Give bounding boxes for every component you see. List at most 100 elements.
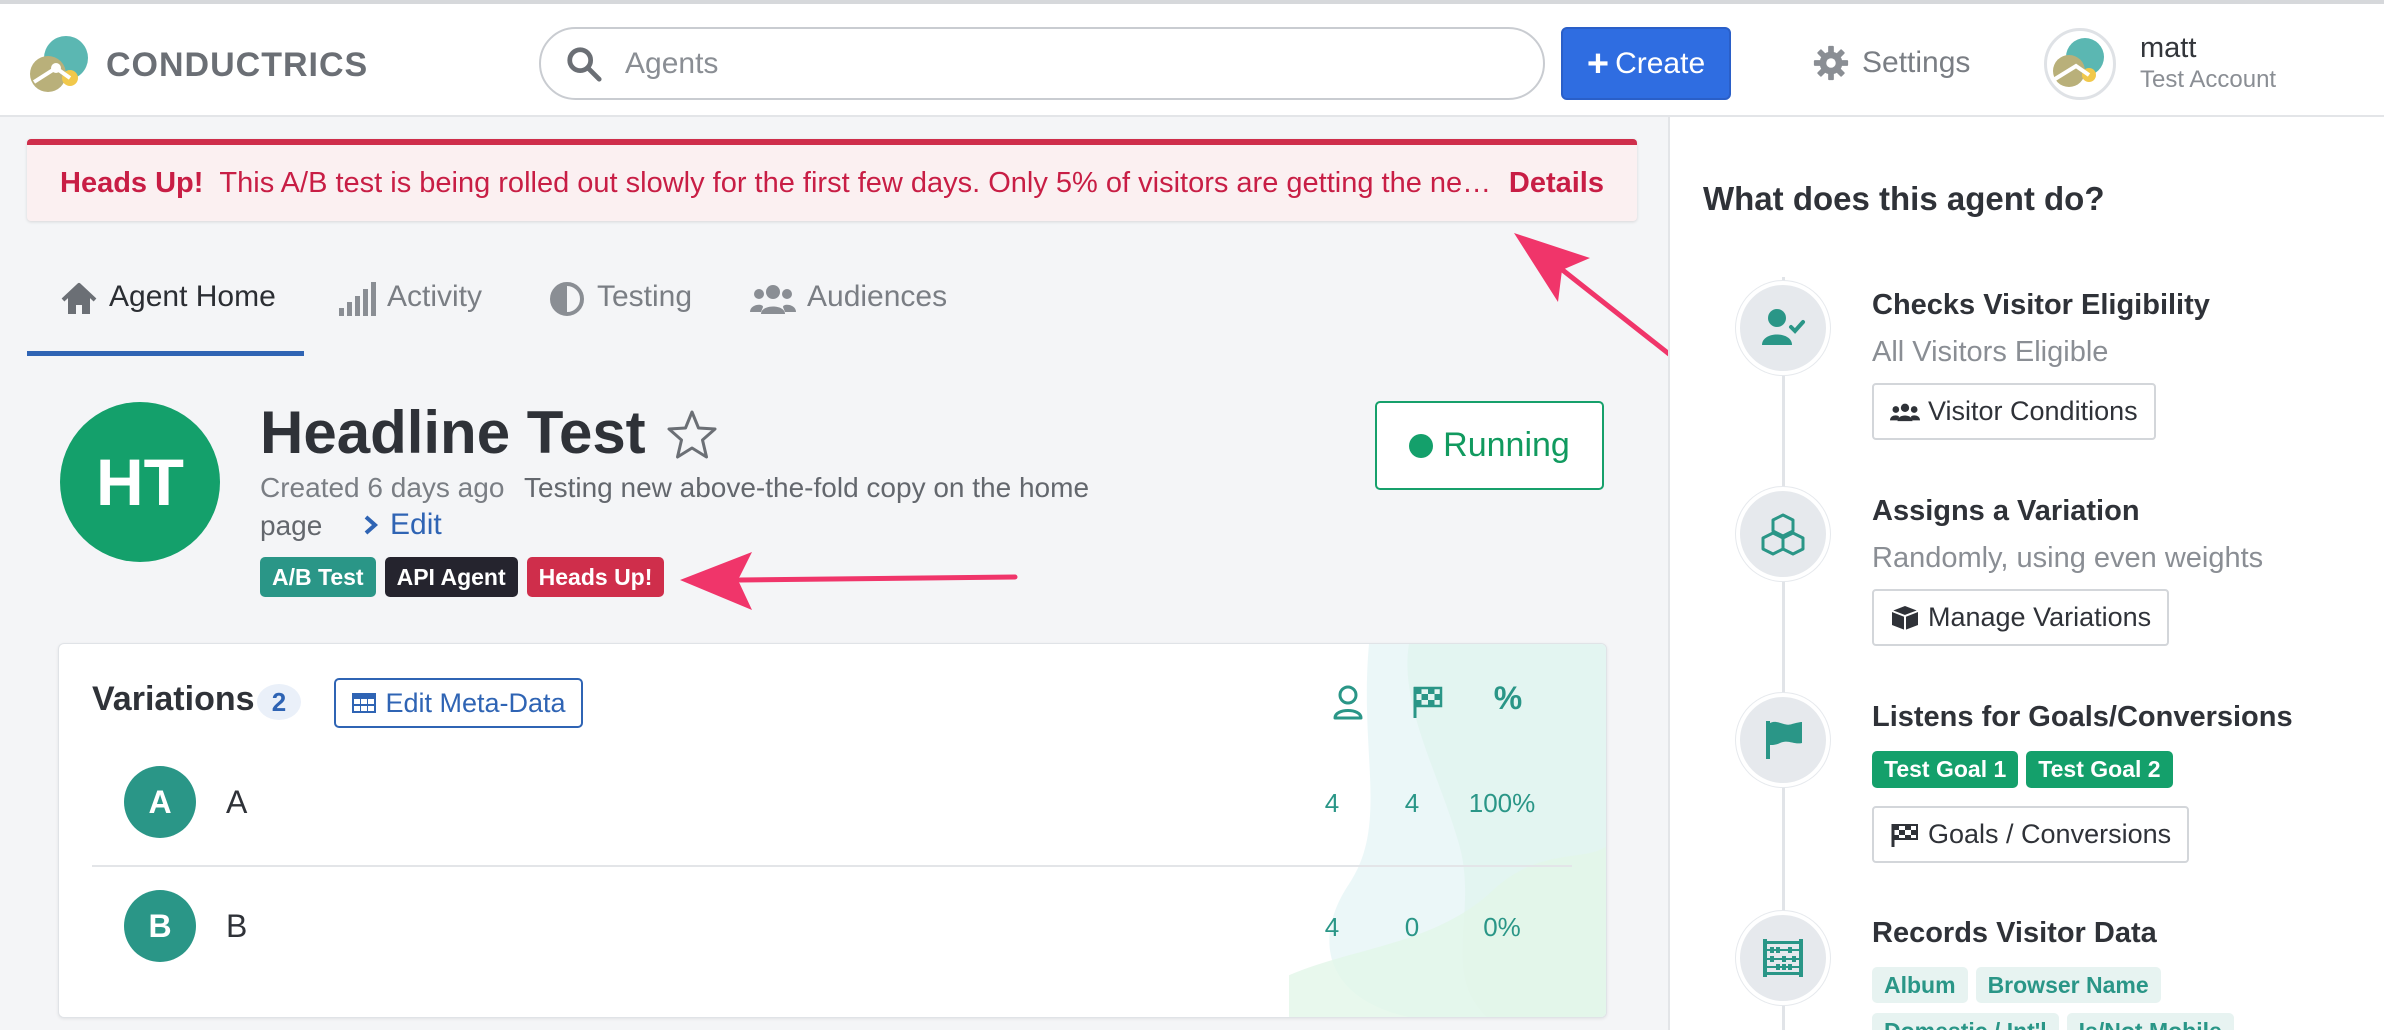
plus-icon: + xyxy=(1586,42,1610,85)
agent-avatar: HT xyxy=(60,402,220,562)
visitor-conditions-button[interactable]: Visitor Conditions xyxy=(1872,383,2156,440)
table-icon xyxy=(352,693,377,713)
tab-activity[interactable]: Activity xyxy=(337,268,482,356)
tab-audiences[interactable]: Audiences xyxy=(749,268,947,356)
variation-visitors: 4 xyxy=(1324,788,1340,818)
create-label: Create xyxy=(1615,46,1706,80)
data-tag[interactable]: Album xyxy=(1872,967,1968,1003)
button-label: Manage Variations xyxy=(1928,602,2152,632)
edit-meta-data-label: Edit Meta-Data xyxy=(385,687,566,718)
agent-title: Headline Test xyxy=(260,399,646,466)
agent-description-cont: page xyxy=(260,510,323,541)
api-agent-badge: API Agent xyxy=(384,557,518,597)
button-label: Goals / Conversions xyxy=(1928,819,2172,849)
search-icon xyxy=(567,46,602,82)
data-tag[interactable]: Browser Name xyxy=(1975,967,2161,1003)
goal-badges: Test Goal 1 Test Goal 2 xyxy=(1872,751,2181,788)
conductrics-logo-icon xyxy=(30,36,88,92)
agent-created: Created 6 days ago xyxy=(260,472,505,503)
create-button[interactable]: + Create xyxy=(1561,27,1731,100)
agent-description: Testing new above-the-fold copy on the h… xyxy=(524,472,1090,503)
annotation-arrow-badge xyxy=(680,552,1018,610)
user-avatar[interactable] xyxy=(2044,28,2116,100)
side-panel-title: What does this agent do? xyxy=(1703,180,2105,217)
heads-up-alert: Heads Up! This A/B test is being rolled … xyxy=(27,139,1637,221)
step-title: Records Visitor Data xyxy=(1872,917,2157,949)
variations-title: Variations xyxy=(92,680,255,718)
status-running-button[interactable]: Running xyxy=(1375,401,1604,490)
tab-label: Agent Home xyxy=(109,280,276,313)
alert-title: Heads Up! xyxy=(60,166,204,199)
variation-percent: 0% xyxy=(1483,912,1521,942)
settings-label: Settings xyxy=(1862,46,1971,79)
user-check-icon xyxy=(1762,309,1805,345)
tab-label: Audiences xyxy=(807,280,948,313)
visitor-data-tags: Album Browser Name Domestic / Int'l Is/N… xyxy=(1872,967,2332,1030)
agent-tabs: Agent Home Activity Testing Audiences xyxy=(27,268,1027,356)
edit-label: Edit xyxy=(390,508,442,541)
edit-meta-data-button[interactable]: Edit Meta-Data xyxy=(334,678,583,728)
data-tag[interactable]: Domestic / Int'l xyxy=(1872,1013,2059,1030)
tab-label: Testing xyxy=(597,280,693,313)
status-dot-icon xyxy=(1409,433,1434,458)
goal-badge[interactable]: Test Goal 2 xyxy=(2026,751,2173,788)
goals-conversions-button[interactable]: Goals / Conversions xyxy=(1872,806,2190,863)
brand-name: CONDUCTRICS xyxy=(106,45,369,84)
visitors-icon xyxy=(1333,685,1363,720)
variation-row[interactable]: A A 4 4 100% xyxy=(92,740,1572,864)
top-bar: CONDUCTRICS + Create Setti xyxy=(0,0,2384,117)
edit-description-link[interactable]: Edit xyxy=(362,508,442,542)
step-icon-variation xyxy=(1736,487,1830,581)
search-input[interactable] xyxy=(625,46,1485,81)
variation-name: A xyxy=(226,784,248,820)
chevron-right-icon xyxy=(364,515,379,535)
user-name[interactable]: matt xyxy=(2140,32,2196,65)
step-title: Listens for Goals/Conversions xyxy=(1872,701,2293,733)
brand-logo[interactable]: CONDUCTRICS xyxy=(26,32,368,98)
abacus-icon xyxy=(1763,939,1803,977)
home-icon xyxy=(61,283,97,314)
variation-goals: 0 xyxy=(1404,912,1420,942)
checkered-flag-icon xyxy=(1891,823,1918,847)
settings-link[interactable]: Settings xyxy=(1812,40,1970,86)
button-label: Visitor Conditions xyxy=(1928,396,2138,426)
favorite-star-icon[interactable] xyxy=(664,408,720,464)
variation-visitors: 4 xyxy=(1324,912,1340,942)
alert-message: This A/B test is being rolled out slowly… xyxy=(219,166,1504,199)
tab-testing[interactable]: Testing xyxy=(547,268,692,356)
step-title: Assigns a Variation xyxy=(1872,495,2140,527)
heads-up-badge[interactable]: Heads Up! xyxy=(526,557,665,597)
tab-agent-home[interactable]: Agent Home xyxy=(27,268,304,356)
users-icon xyxy=(1890,403,1920,421)
tab-label: Activity xyxy=(387,280,483,313)
alert-details-link[interactable]: Details xyxy=(1509,167,1604,200)
goal-badge[interactable]: Test Goal 1 xyxy=(1872,751,2019,788)
goals-flag-icon xyxy=(1413,686,1443,718)
search-box[interactable] xyxy=(539,27,1545,100)
users-icon xyxy=(750,285,796,314)
variation-letter-avatar: A xyxy=(124,766,196,838)
bar-chart-icon xyxy=(339,282,376,316)
step-icon-data xyxy=(1736,911,1830,1005)
variation-letter-avatar: B xyxy=(124,890,196,962)
step-subtitle: Randomly, using even weights xyxy=(1872,542,2264,574)
step-title: Checks Visitor Eligibility xyxy=(1872,289,2210,321)
percent-icon: % xyxy=(1493,680,1523,716)
agent-summary-panel: What does this agent do? Checks Visitor … xyxy=(1668,117,2384,1030)
variations-count-badge: 2 xyxy=(257,684,301,720)
variation-row[interactable]: B B 4 0 0% xyxy=(92,864,1572,988)
variation-name: B xyxy=(226,908,248,944)
gear-icon xyxy=(1813,45,1849,81)
cubes-icon xyxy=(1761,513,1805,556)
step-subtitle: All Visitors Eligible xyxy=(1872,336,2109,368)
manage-variations-button[interactable]: Manage Variations xyxy=(1872,589,2170,646)
step-icon-goals xyxy=(1736,693,1830,787)
ab-test-badge: A/B Test xyxy=(260,557,376,597)
cube-icon xyxy=(1891,605,1919,630)
status-label: Running xyxy=(1443,426,1570,464)
avatar-logo-icon xyxy=(2053,38,2104,87)
flag-icon xyxy=(1766,721,1802,759)
variation-percent: 100% xyxy=(1468,788,1536,818)
step-icon-eligibility xyxy=(1736,281,1830,375)
data-tag[interactable]: Is/Not Mobile xyxy=(2066,1013,2234,1030)
